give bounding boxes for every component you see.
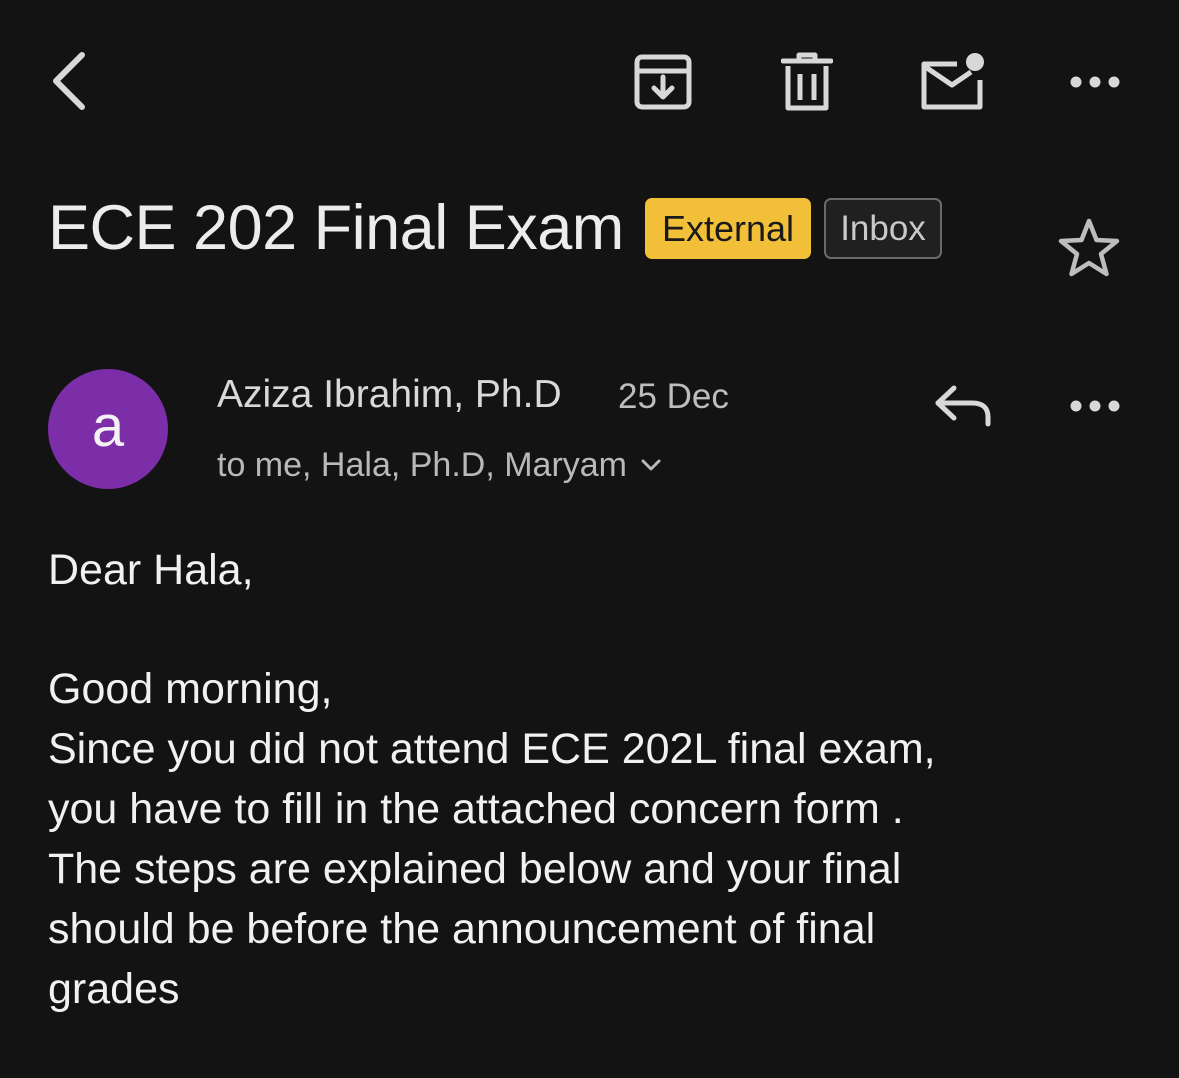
star-button[interactable] <box>1052 212 1126 284</box>
chevron-left-icon <box>53 52 85 110</box>
body-line: should be before the announcement of fin… <box>48 905 876 953</box>
email-subject: ECE 202 Final Exam <box>48 193 624 263</box>
sent-date: 25 Dec <box>618 377 729 416</box>
trash-icon <box>781 52 833 111</box>
more-horizontal-icon <box>1070 400 1120 412</box>
mail-unread-icon <box>921 53 984 110</box>
body-line: Good morning, <box>48 665 333 713</box>
message-more-button[interactable] <box>1064 386 1126 426</box>
label-inbox[interactable]: Inbox <box>824 198 942 259</box>
archive-button[interactable] <box>627 47 699 117</box>
body-line: Since you did not attend ECE 202L final … <box>48 725 936 773</box>
label-external[interactable]: External <box>645 198 811 259</box>
recipients-list: to me, Hala, Ph.D, Maryam <box>217 446 628 484</box>
body-line: The steps are explained below and your f… <box>48 845 902 893</box>
chevron-down-icon <box>641 459 661 471</box>
body-greeting: Dear Hala, <box>48 546 254 594</box>
sender-name: Aziza Ibrahim, Ph.D <box>217 373 562 416</box>
more-horizontal-icon <box>1070 76 1120 88</box>
delete-button[interactable] <box>772 47 842 117</box>
body-line: grades <box>48 965 180 1013</box>
back-button[interactable] <box>36 45 100 117</box>
sender-avatar[interactable]: a <box>48 369 168 489</box>
mark-unread-button[interactable] <box>914 47 990 117</box>
archive-icon <box>634 54 692 110</box>
more-options-button[interactable] <box>1064 62 1126 102</box>
body-line: you have to fill in the attached concern… <box>48 785 904 833</box>
star-outline-icon <box>1058 218 1120 277</box>
reply-icon <box>935 385 991 427</box>
recipients-toggle[interactable]: to me, Hala, Ph.D, Maryam <box>217 440 661 490</box>
reply-button[interactable] <box>928 378 998 434</box>
